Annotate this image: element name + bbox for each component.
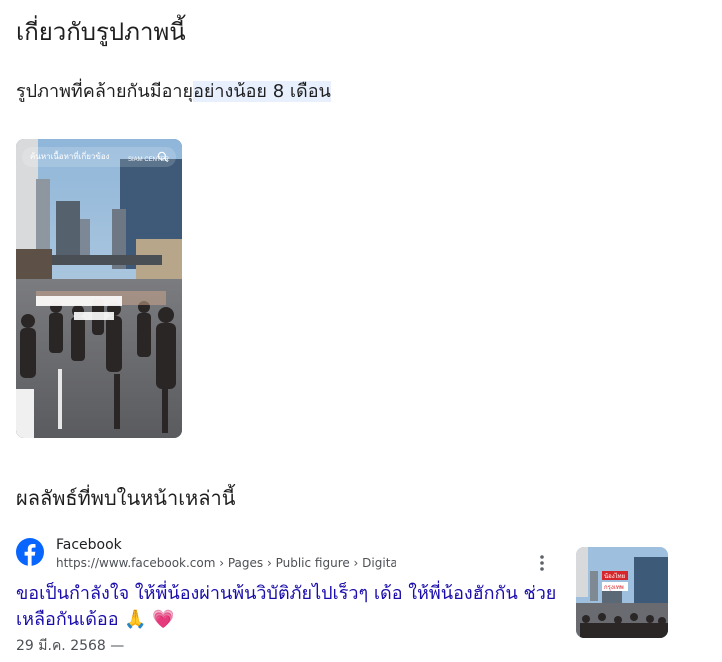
result-date: 29 มี.ค. 2568 — [16,638,125,654]
facebook-icon [16,538,44,566]
similar-image-search-text: ค้นหาเนื้อหาที่เกี่ยวข้อง [30,152,110,161]
search-icon [157,151,169,163]
result-source-name[interactable]: Facebook [56,535,122,555]
result-thumb-label-top: น้องไทย [604,572,625,580]
result-title-text: ขอเป็นกำลังใจ ให้พี่น้องผ่านพ้นวิบัติภัย… [16,583,557,630]
results-heading: ผลลัพธ์ที่พบในหน้าเหล่านี้ [16,486,236,510]
similar-image-thumbnail[interactable]: SIAM CENTER ค้นหาเนื้อหาที่เกี่ยวข้อง [16,139,182,438]
result-url: https://www.facebook.com › Pages › Publi… [56,556,396,570]
similar-image-photo: SIAM CENTER [16,139,182,438]
result-title-link[interactable]: ขอเป็นกำลังใจ ให้พี่น้องผ่านพ้นวิบัติภัย… [16,581,561,633]
more-options-icon[interactable] [530,551,554,575]
page-title: เกี่ยวกับรูปภาพนี้ [16,18,186,46]
result-thumbnail[interactable]: น้องไทย กรุงเทพ [576,547,668,638]
similar-image-search-bar[interactable]: ค้นหาเนื้อหาที่เกี่ยวข้อง [22,147,176,167]
image-age-highlight: อย่างน้อย 8 เดือน [193,81,331,102]
result-thumbnail-photo: น้องไทย กรุงเทพ [576,547,668,638]
image-age-prefix: รูปภาพที่คล้ายกันมีอายุ [16,81,194,102]
result-title-emoji: 🙏 💗 [124,609,175,630]
result-thumb-label-bottom: กรุงเทพ [604,584,624,591]
search-result: Facebook https://www.facebook.com › Page… [16,535,706,660]
image-age-notice: รูปภาพที่คล้ายกันมีอายุอย่างน้อย 8 เดือน [16,79,331,105]
